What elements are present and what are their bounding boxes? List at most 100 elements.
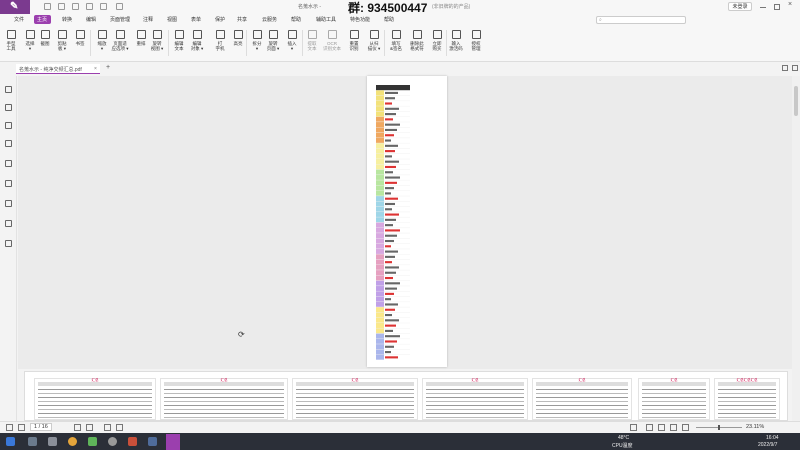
login-button[interactable]: 未登录: [728, 2, 752, 11]
page-number-field[interactable]: 1 / 16: [30, 423, 52, 431]
ribbon-tool-screenshot[interactable]: 截图: [36, 30, 54, 46]
ribbon-tool-highlight[interactable]: 高亮: [229, 30, 247, 46]
layout-icon[interactable]: [782, 65, 788, 71]
menu-item[interactable]: 辅助工具: [316, 16, 336, 23]
menu-item[interactable]: 云服务: [262, 16, 277, 23]
app-logo[interactable]: ✎: [0, 0, 30, 14]
fit-width-icon[interactable]: [682, 424, 689, 431]
ribbon-tool-license[interactable]: 授权 管理: [467, 30, 485, 51]
table-row-text: [385, 298, 391, 301]
search-input[interactable]: ⌕: [596, 16, 686, 24]
pages-panel-icon[interactable]: [5, 104, 12, 111]
quick-access-dropdown-icon[interactable]: [116, 3, 123, 10]
pdf-editor-taskbar-icon[interactable]: [166, 434, 180, 450]
single-page-icon[interactable]: [646, 424, 653, 431]
page-thumbnail[interactable]: 汇总: [292, 378, 418, 420]
page-thumbnail[interactable]: 汇总: [422, 378, 528, 420]
attachments-panel-icon[interactable]: [5, 160, 12, 167]
menu-item[interactable]: 保护: [215, 16, 225, 23]
table-row-text: [385, 261, 392, 264]
redo-icon[interactable]: [100, 3, 107, 10]
ribbon-tool-delete-format[interactable]: 删除此 格式符: [408, 30, 426, 51]
ribbon-tool-activate[interactable]: 输入 激活码: [447, 30, 465, 51]
document-panel-icon[interactable]: [5, 200, 12, 207]
page-thumbnail[interactable]: 汇总: [34, 378, 156, 420]
zoom-slider-knob[interactable]: [718, 425, 720, 430]
ribbon-tool-sign[interactable]: 填写 &签名: [387, 30, 405, 51]
ribbon-tool-edit-text[interactable]: 编辑 文本: [170, 30, 188, 51]
minimize-icon[interactable]: [760, 4, 766, 8]
ribbon-tool-reset[interactable]: 重置 识别: [345, 30, 363, 51]
ribbon-tool-typewriter[interactable]: 打 字机: [211, 30, 229, 51]
continuous-page-icon[interactable]: [658, 424, 665, 431]
ribbon-tool-zoom[interactable]: 缩放 ▾: [93, 30, 111, 51]
start-menu-icon[interactable]: [6, 437, 15, 446]
chrome-icon[interactable]: [68, 437, 77, 446]
media-player-icon[interactable]: [108, 437, 117, 446]
ribbon-tool-ocr[interactable]: OCR 识别文本: [323, 30, 341, 51]
last-page-icon[interactable]: [86, 424, 93, 431]
menu-item[interactable]: 主页: [37, 16, 47, 23]
page-back-icon[interactable]: [104, 424, 111, 431]
ribbon-tool-clipboard[interactable]: 剪贴 板 ▾: [53, 30, 71, 51]
page-thumbnail[interactable]: 汇总: [532, 378, 632, 420]
ribbon-tool-bookmark[interactable]: 书签: [71, 30, 89, 46]
menu-item[interactable]: 共享: [237, 16, 247, 23]
scrollbar-thumb[interactable]: [794, 86, 798, 116]
vertical-scrollbar[interactable]: [792, 76, 800, 421]
prev-page-icon[interactable]: [18, 424, 25, 431]
zoom-level[interactable]: 23.11%: [746, 424, 764, 430]
page-thumbnail[interactable]: 汇总汇总汇总: [714, 378, 780, 420]
view-mode-icon[interactable]: [792, 65, 798, 71]
print-icon[interactable]: [72, 3, 79, 10]
new-tab-icon[interactable]: +: [106, 64, 110, 71]
security-panel-icon[interactable]: [5, 180, 12, 187]
menu-item[interactable]: 文件: [14, 16, 24, 23]
file-explorer-icon[interactable]: [48, 437, 57, 446]
page-thumbnail[interactable]: 汇总: [638, 378, 710, 420]
next-page-icon[interactable]: [74, 424, 81, 431]
menu-item[interactable]: 表单: [191, 16, 201, 23]
app3-icon[interactable]: [148, 437, 157, 446]
ribbon-tool-label: 删除此 格式符: [410, 41, 424, 51]
ribbon-tool-insert[interactable]: 插入 ▾: [283, 30, 301, 51]
ribbon-tool-edit-object[interactable]: 编辑 对象 ▾: [188, 30, 206, 51]
pdf-page[interactable]: [367, 76, 447, 367]
tab-close-icon[interactable]: ×: [94, 66, 97, 72]
ribbon-tool-fit-page[interactable]: 页面适 应选项 ▾: [111, 30, 129, 51]
ribbon-tool-hand[interactable]: 手型 工具: [2, 30, 20, 51]
ribbon-tool-scanner[interactable]: 从扫 描仪 ▾: [365, 30, 383, 51]
ribbon-tool-rotate-page[interactable]: 旋转 页面 ▾: [264, 30, 282, 51]
menu-item[interactable]: 转换: [62, 16, 72, 23]
save-icon[interactable]: [58, 3, 65, 10]
layers-panel-icon[interactable]: [5, 140, 12, 147]
menu-item[interactable]: 特色功能: [350, 16, 370, 23]
menu-item[interactable]: 注释: [143, 16, 153, 23]
steam-icon[interactable]: [28, 437, 37, 446]
content-panel-icon[interactable]: [5, 240, 12, 247]
document-tab[interactable]: 名蒐水示 - 纯净交频汇总.pdf: [16, 64, 100, 74]
menu-item[interactable]: 编辑: [86, 16, 96, 23]
thumbnail-row: [718, 397, 776, 398]
two-page-icon[interactable]: [670, 424, 677, 431]
first-page-icon[interactable]: [6, 424, 13, 431]
maximize-icon[interactable]: [774, 4, 780, 10]
bookmark-panel-icon[interactable]: [5, 86, 12, 93]
menu-item[interactable]: 视图: [167, 16, 177, 23]
page-forward-icon[interactable]: [116, 424, 123, 431]
signature-panel-icon[interactable]: [5, 220, 12, 227]
app2-icon[interactable]: [128, 437, 137, 446]
page-thumbnail[interactable]: 汇总: [160, 378, 288, 420]
open-icon[interactable]: [44, 3, 51, 10]
ribbon-tool-extract-text[interactable]: 提取 文本: [303, 30, 321, 51]
close-icon[interactable]: ×: [788, 1, 794, 8]
eye-icon[interactable]: [630, 424, 637, 431]
menu-item[interactable]: 页面管理: [110, 16, 130, 23]
ribbon-tool-buy[interactable]: 立即 购买: [428, 30, 446, 51]
app-icon[interactable]: [88, 437, 97, 446]
undo-icon[interactable]: [86, 3, 93, 10]
menu-item[interactable]: 帮助: [291, 16, 301, 23]
ribbon-tool-rotate[interactable]: 旋转 视图 ▾: [148, 30, 166, 51]
menu-item[interactable]: 帮助: [384, 16, 394, 23]
comments-panel-icon[interactable]: [5, 122, 12, 129]
